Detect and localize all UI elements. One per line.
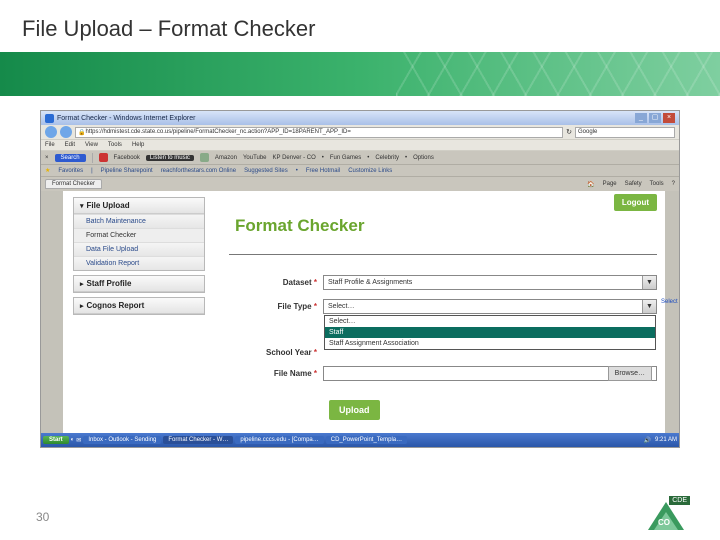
filetype-label: File Type * [231,302,323,311]
url-text: https://hdmistest.cde.state.co.us/pipeli… [85,129,350,135]
minimize-button[interactable]: _ [635,113,647,123]
refresh-icon[interactable]: ↻ [566,128,572,136]
filetype-select[interactable]: Select… ▼ Select… Staff Staff Assignment… [323,299,657,314]
windows-taskbar: Start ◐✉ Inbox - Outlook - Sending Forma… [41,433,679,447]
chevron-down-icon[interactable]: ▼ [642,276,656,289]
tool-page[interactable]: Page [603,181,617,188]
task-item[interactable]: pipeline.cccs.edu - [Compa… [235,436,323,444]
filename-label: File Name * [231,369,323,378]
logo-state: CO [658,518,670,527]
header-band [0,52,720,96]
link-item[interactable]: Pipeline Sharepoint [101,168,153,174]
menu-view[interactable]: View [85,142,98,148]
favorites-icon[interactable]: ★ [45,167,50,174]
browser-search[interactable]: Google [575,127,675,138]
tool-help[interactable]: ? [672,181,675,188]
close-button[interactable]: × [663,113,675,123]
dataset-select[interactable]: Staff Profile & Assignments ▼ [323,275,657,290]
upload-button[interactable]: Upload [329,400,380,420]
task-item[interactable]: Inbox - Outlook - Sending [83,436,161,444]
tb-facebook[interactable]: Facebook [114,155,140,161]
sidebar-item-format-checker[interactable]: Format Checker [74,228,204,242]
favorites-bar: ★ Favorites | Pipeline Sharepoint reachf… [41,165,679,177]
filetype-value: Select… [328,303,354,310]
toolbar-icon[interactable] [99,153,108,162]
ie-icon [45,114,54,123]
filetype-hint: Select File Type [661,299,680,305]
tb-youtube[interactable]: YouTube [243,155,267,161]
tool-tools[interactable]: Tools [650,181,664,188]
tb-games[interactable]: Fun Games [330,155,361,161]
tb-weather[interactable]: KP Denver - CO [273,155,316,161]
content-area: Logout Format Checker Dataset * Staff Pr… [229,192,657,431]
logout-button[interactable]: Logout [614,194,657,211]
cde-logo: CDE CO [644,498,690,530]
tb-options[interactable]: Options [413,155,434,161]
tool-home[interactable]: 🏠 [587,181,594,188]
forward-button[interactable] [60,126,72,138]
menu-file[interactable]: File [45,142,55,148]
clock: 9:21 AM [655,437,677,443]
maximize-button[interactable]: ▢ [649,113,661,123]
screenshot-frame: Format Checker - Windows Internet Explor… [40,110,680,448]
dataset-value: Staff Profile & Assignments [328,279,412,286]
sidebar-hdr-staff[interactable]: ▸Staff Profile [74,276,204,292]
sidebar: ▾File Upload Batch Maintenance Format Ch… [73,197,205,319]
tb-celeb[interactable]: Celebrity [375,155,399,161]
back-button[interactable] [45,126,57,138]
sidebar-group-cognos: ▸Cognos Report [73,297,205,315]
address-bar[interactable]: 🔒 https://hdmistest.cde.state.co.us/pipe… [75,127,563,138]
menu-tools[interactable]: Tools [108,142,122,148]
browser-tab[interactable]: Format Checker [45,179,102,189]
link-item[interactable]: reachforthestars.com Online [161,168,236,174]
tool-safety[interactable]: Safety [625,181,642,188]
address-bar-row: 🔒 https://hdmistest.cde.state.co.us/pipe… [41,125,679,139]
task-item[interactable]: CD_PowerPoint_Templa… [326,436,407,444]
page-body: ▾File Upload Batch Maintenance Format Ch… [41,191,679,435]
browse-button[interactable]: Browse… [608,366,652,381]
window-titlebar: Format Checker - Windows Internet Explor… [41,111,679,125]
link-item[interactable]: Suggested Sites [244,168,288,174]
tb-amazon[interactable]: Amazon [215,155,237,161]
chevron-down-icon[interactable]: ▼ [642,300,656,313]
schoolyear-label: School Year * [231,348,323,357]
sidebar-group-staff: ▸Staff Profile [73,275,205,293]
filetype-option[interactable]: Select… [325,316,655,327]
filetype-option[interactable]: Staff Assignment Association [325,338,655,349]
slide-number: 30 [36,510,49,524]
format-checker-form: Dataset * Staff Profile & Assignments ▼ … [231,275,657,420]
toolbar: × Search Facebook Listen to music Amazon… [41,151,679,165]
filename-input[interactable]: Browse… [323,366,657,381]
sidebar-item-validation[interactable]: Validation Report [74,256,204,270]
favorites-label[interactable]: Favorites [58,168,83,174]
filetype-option-selected[interactable]: Staff [325,327,655,338]
sidebar-hdr-cognos[interactable]: ▸Cognos Report [74,298,204,314]
dataset-label: Dataset * [231,278,323,287]
link-item[interactable]: Free Hotmail [306,168,340,174]
menu-help[interactable]: Help [132,142,144,148]
lock-icon: 🔒 [78,129,85,136]
link-item[interactable]: Customize Links [348,168,392,174]
logo-badge: CDE [669,496,690,505]
tab-row: Format Checker 🏠 Page Safety Tools ? [41,177,679,191]
sidebar-item-batch[interactable]: Batch Maintenance [74,214,204,228]
tb-music[interactable]: Listen to music [146,155,194,161]
tb-amazon-icon[interactable] [200,153,209,162]
sidebar-group-upload: ▾File Upload Batch Maintenance Format Ch… [73,197,205,271]
sidebar-hdr-upload[interactable]: ▾File Upload [74,198,204,214]
menu-edit[interactable]: Edit [65,142,75,148]
filetype-dropdown: Select… Staff Staff Assignment Associati… [324,315,656,350]
task-item-active[interactable]: Format Checker - W… [163,436,233,444]
system-tray: 🔊9:21 AM [644,437,678,444]
window-title: Format Checker - Windows Internet Explor… [57,115,635,122]
page-title: Format Checker [235,216,657,236]
sidebar-item-data-upload[interactable]: Data File Upload [74,242,204,256]
divider [229,254,657,255]
menu-bar: File Edit View Tools Help [41,139,679,151]
start-button[interactable]: Start [43,436,69,444]
slide-title: File Upload – Format Checker [0,0,720,52]
search-button[interactable]: Search [55,154,86,162]
